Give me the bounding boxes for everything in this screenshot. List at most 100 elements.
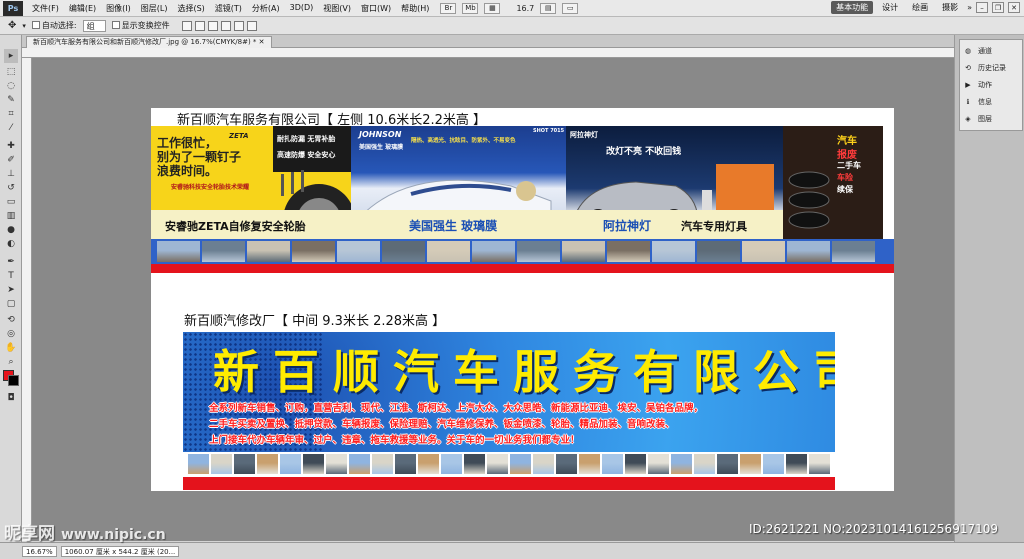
workspace-button[interactable]: 摄影	[937, 1, 963, 14]
status-zoom[interactable]: 16.67%	[22, 545, 57, 557]
menu-item[interactable]: 图像(I)	[101, 3, 136, 14]
type-tool-icon[interactable]: T	[4, 269, 18, 283]
zoom-level[interactable]: 16.7	[516, 4, 534, 13]
panel-item-label: 历史记录	[978, 64, 1006, 72]
lasso-tool-icon[interactable]: ◌	[4, 79, 18, 93]
thumbnail-photo	[441, 454, 462, 474]
film-code: SHOT 7015	[533, 128, 565, 134]
panel-item[interactable]: ◈ 图层	[964, 114, 992, 124]
menu-item[interactable]: 视图(V)	[318, 3, 356, 14]
thumbnail-photo	[740, 454, 761, 474]
status-doc-info[interactable]: 1060.07 厘米 x 544.2 厘米 (20...	[60, 545, 180, 557]
menu-item[interactable]: 编辑(E)	[64, 3, 101, 14]
thumbnail-photo	[464, 454, 485, 474]
arrange-documents-button[interactable]: ▤	[540, 2, 557, 14]
close-button[interactable]: ✕	[1008, 2, 1020, 13]
bridge-button[interactable]: Br	[440, 2, 457, 14]
align-top-icon[interactable]	[181, 20, 192, 31]
document-workarea[interactable]: 新百顺汽车服务有限公司【 左侧 10.6米长2.2米高 】 工作很忙， 别为了一…	[32, 58, 954, 541]
brush-tool-icon[interactable]: ✐	[4, 153, 18, 167]
minibridge-button[interactable]: Mb	[462, 2, 479, 14]
thumbnail-photo	[247, 241, 290, 262]
zoom-tool-icon[interactable]: ⌕	[4, 355, 18, 369]
tool-preset-chevron-icon[interactable]: ▾	[22, 22, 26, 30]
align-center-icon[interactable]	[233, 20, 244, 31]
restore-button[interactable]: ❐	[992, 2, 1004, 13]
more-workspaces-icon[interactable]: »	[967, 3, 972, 12]
panel-item[interactable]: ⟲ 历史记录	[964, 63, 1006, 73]
eraser-tool-icon[interactable]: ▭	[4, 195, 18, 209]
panel-item[interactable]: ℹ 信息	[964, 97, 992, 107]
thumbnail-photo	[579, 454, 600, 474]
label-glass: 美国强生 玻璃膜	[409, 219, 498, 233]
crop-tool-icon[interactable]: ⌗	[4, 107, 18, 121]
thumbnail-photo	[211, 454, 232, 474]
move-tool-icon[interactable]: ▸	[4, 49, 18, 63]
johnson-brand-sub: 美国强生 玻璃膜	[359, 144, 404, 151]
document-tab[interactable]: 新百顺汽车服务有限公司和新百顺汽修改厂.jpg @ 16.7%(CMYK/8#)…	[26, 36, 272, 48]
sign-services-line-3: 上门接车代办车辆年审、过户、违章、拖车救援等业务。关于车的一切业务我们都专业！	[209, 435, 580, 446]
move-tool-icon[interactable]: ✥	[8, 20, 16, 31]
thumbnail-photo	[257, 454, 278, 474]
minimize-button[interactable]: –	[976, 2, 988, 13]
align-left-icon[interactable]	[220, 20, 231, 31]
3d-rotate-tool-icon[interactable]: ⟲	[4, 313, 18, 327]
workspace-button[interactable]: 基本功能	[831, 1, 874, 14]
photoshop-logo: Ps	[3, 0, 23, 16]
document-tab-bar: 新百顺汽车服务有限公司和新百顺汽修改厂.jpg @ 16.7%(CMYK/8#)…	[22, 35, 954, 48]
align-right-icon[interactable]	[246, 20, 257, 31]
panel-item[interactable]: ▶ 动作	[964, 80, 992, 90]
align-middle-icon[interactable]	[194, 20, 205, 31]
actions-icon: ▶	[965, 81, 971, 89]
document-canvas[interactable]: 新百顺汽车服务有限公司【 左侧 10.6米长2.2米高 】 工作很忙， 别为了一…	[151, 108, 894, 491]
history-brush-tool-icon[interactable]: ↺	[4, 181, 18, 195]
horizontal-ruler	[22, 48, 954, 58]
clone-stamp-tool-icon[interactable]: ⊥	[4, 167, 18, 181]
menu-item[interactable]: 选择(S)	[172, 3, 209, 14]
3d-camera-tool-icon[interactable]: ◎	[4, 327, 18, 341]
view-extras-button[interactable]: ▦	[484, 2, 501, 14]
menu-item[interactable]: 滤镜(T)	[210, 3, 247, 14]
menu-item[interactable]: 文件(F)	[27, 3, 64, 14]
show-transform-checkbox[interactable]: 显示变换控件	[111, 20, 170, 31]
panel-item[interactable]: ◍ 通道	[964, 46, 992, 56]
close-tab-icon[interactable]: ✕	[259, 38, 265, 46]
label-tire: 安睿驰ZETA自修复安全轮胎	[165, 220, 306, 233]
sign-services-line-1: 全系列新车销售、订购，直营吉利、现代、江淮、斯柯达、上汽大众、大众思皓、新能源比…	[209, 403, 704, 414]
auto-select-dropdown[interactable]: 组	[82, 19, 106, 32]
menu-item[interactable]: 分析(A)	[247, 3, 285, 14]
tire-stack-image	[788, 171, 830, 229]
menu-item[interactable]: 帮助(H)	[396, 3, 434, 14]
hand-tool-icon[interactable]: ✋	[4, 341, 18, 355]
pen-tool-icon[interactable]: ✒	[4, 255, 18, 269]
marquee-tool-icon[interactable]: ⬚	[4, 65, 18, 79]
workspace-button[interactable]: 绘画	[907, 1, 933, 14]
thumbnail-photo	[157, 241, 200, 262]
menu-item[interactable]: 图层(L)	[136, 3, 173, 14]
scrap-car-ad-panel: 汽车 报废 二手车 车险 续保	[783, 126, 883, 239]
options-bar: ✥ ▾ 自动选择: 组 显示变换控件	[0, 17, 1024, 35]
shape-tool-icon[interactable]: ▢	[4, 297, 18, 311]
background-color-swatch[interactable]	[8, 375, 19, 386]
path-selection-tool-icon[interactable]: ➤	[4, 283, 18, 297]
layers-icon: ◈	[965, 115, 971, 123]
quick-select-tool-icon[interactable]: ✎	[4, 93, 18, 107]
thumbnail-photo	[188, 454, 209, 474]
eyedropper-tool-icon[interactable]: ⁄	[4, 121, 18, 135]
blur-tool-icon[interactable]: ●	[4, 223, 18, 237]
menu-item[interactable]: 窗口(W)	[356, 3, 396, 14]
auto-select-checkbox[interactable]: 自动选择:	[31, 20, 77, 31]
healing-brush-tool-icon[interactable]: ✚	[4, 139, 18, 153]
align-bottom-icon[interactable]	[207, 20, 218, 31]
panel-item-label: 信息	[978, 98, 992, 106]
thumbnail-photo	[832, 241, 875, 262]
quick-mask-icon[interactable]: ◘	[4, 391, 18, 405]
red-stripe-bottom	[183, 477, 835, 490]
menu-item[interactable]: 3D(D)	[285, 3, 319, 14]
gradient-tool-icon[interactable]: ▥	[4, 209, 18, 223]
screen-mode-button[interactable]: ▭	[562, 2, 579, 14]
thumbnail-photo	[763, 454, 784, 474]
dodge-tool-icon[interactable]: ◐	[4, 237, 18, 251]
thumbnail-photo	[562, 241, 605, 262]
workspace-button[interactable]: 设计	[877, 1, 903, 14]
